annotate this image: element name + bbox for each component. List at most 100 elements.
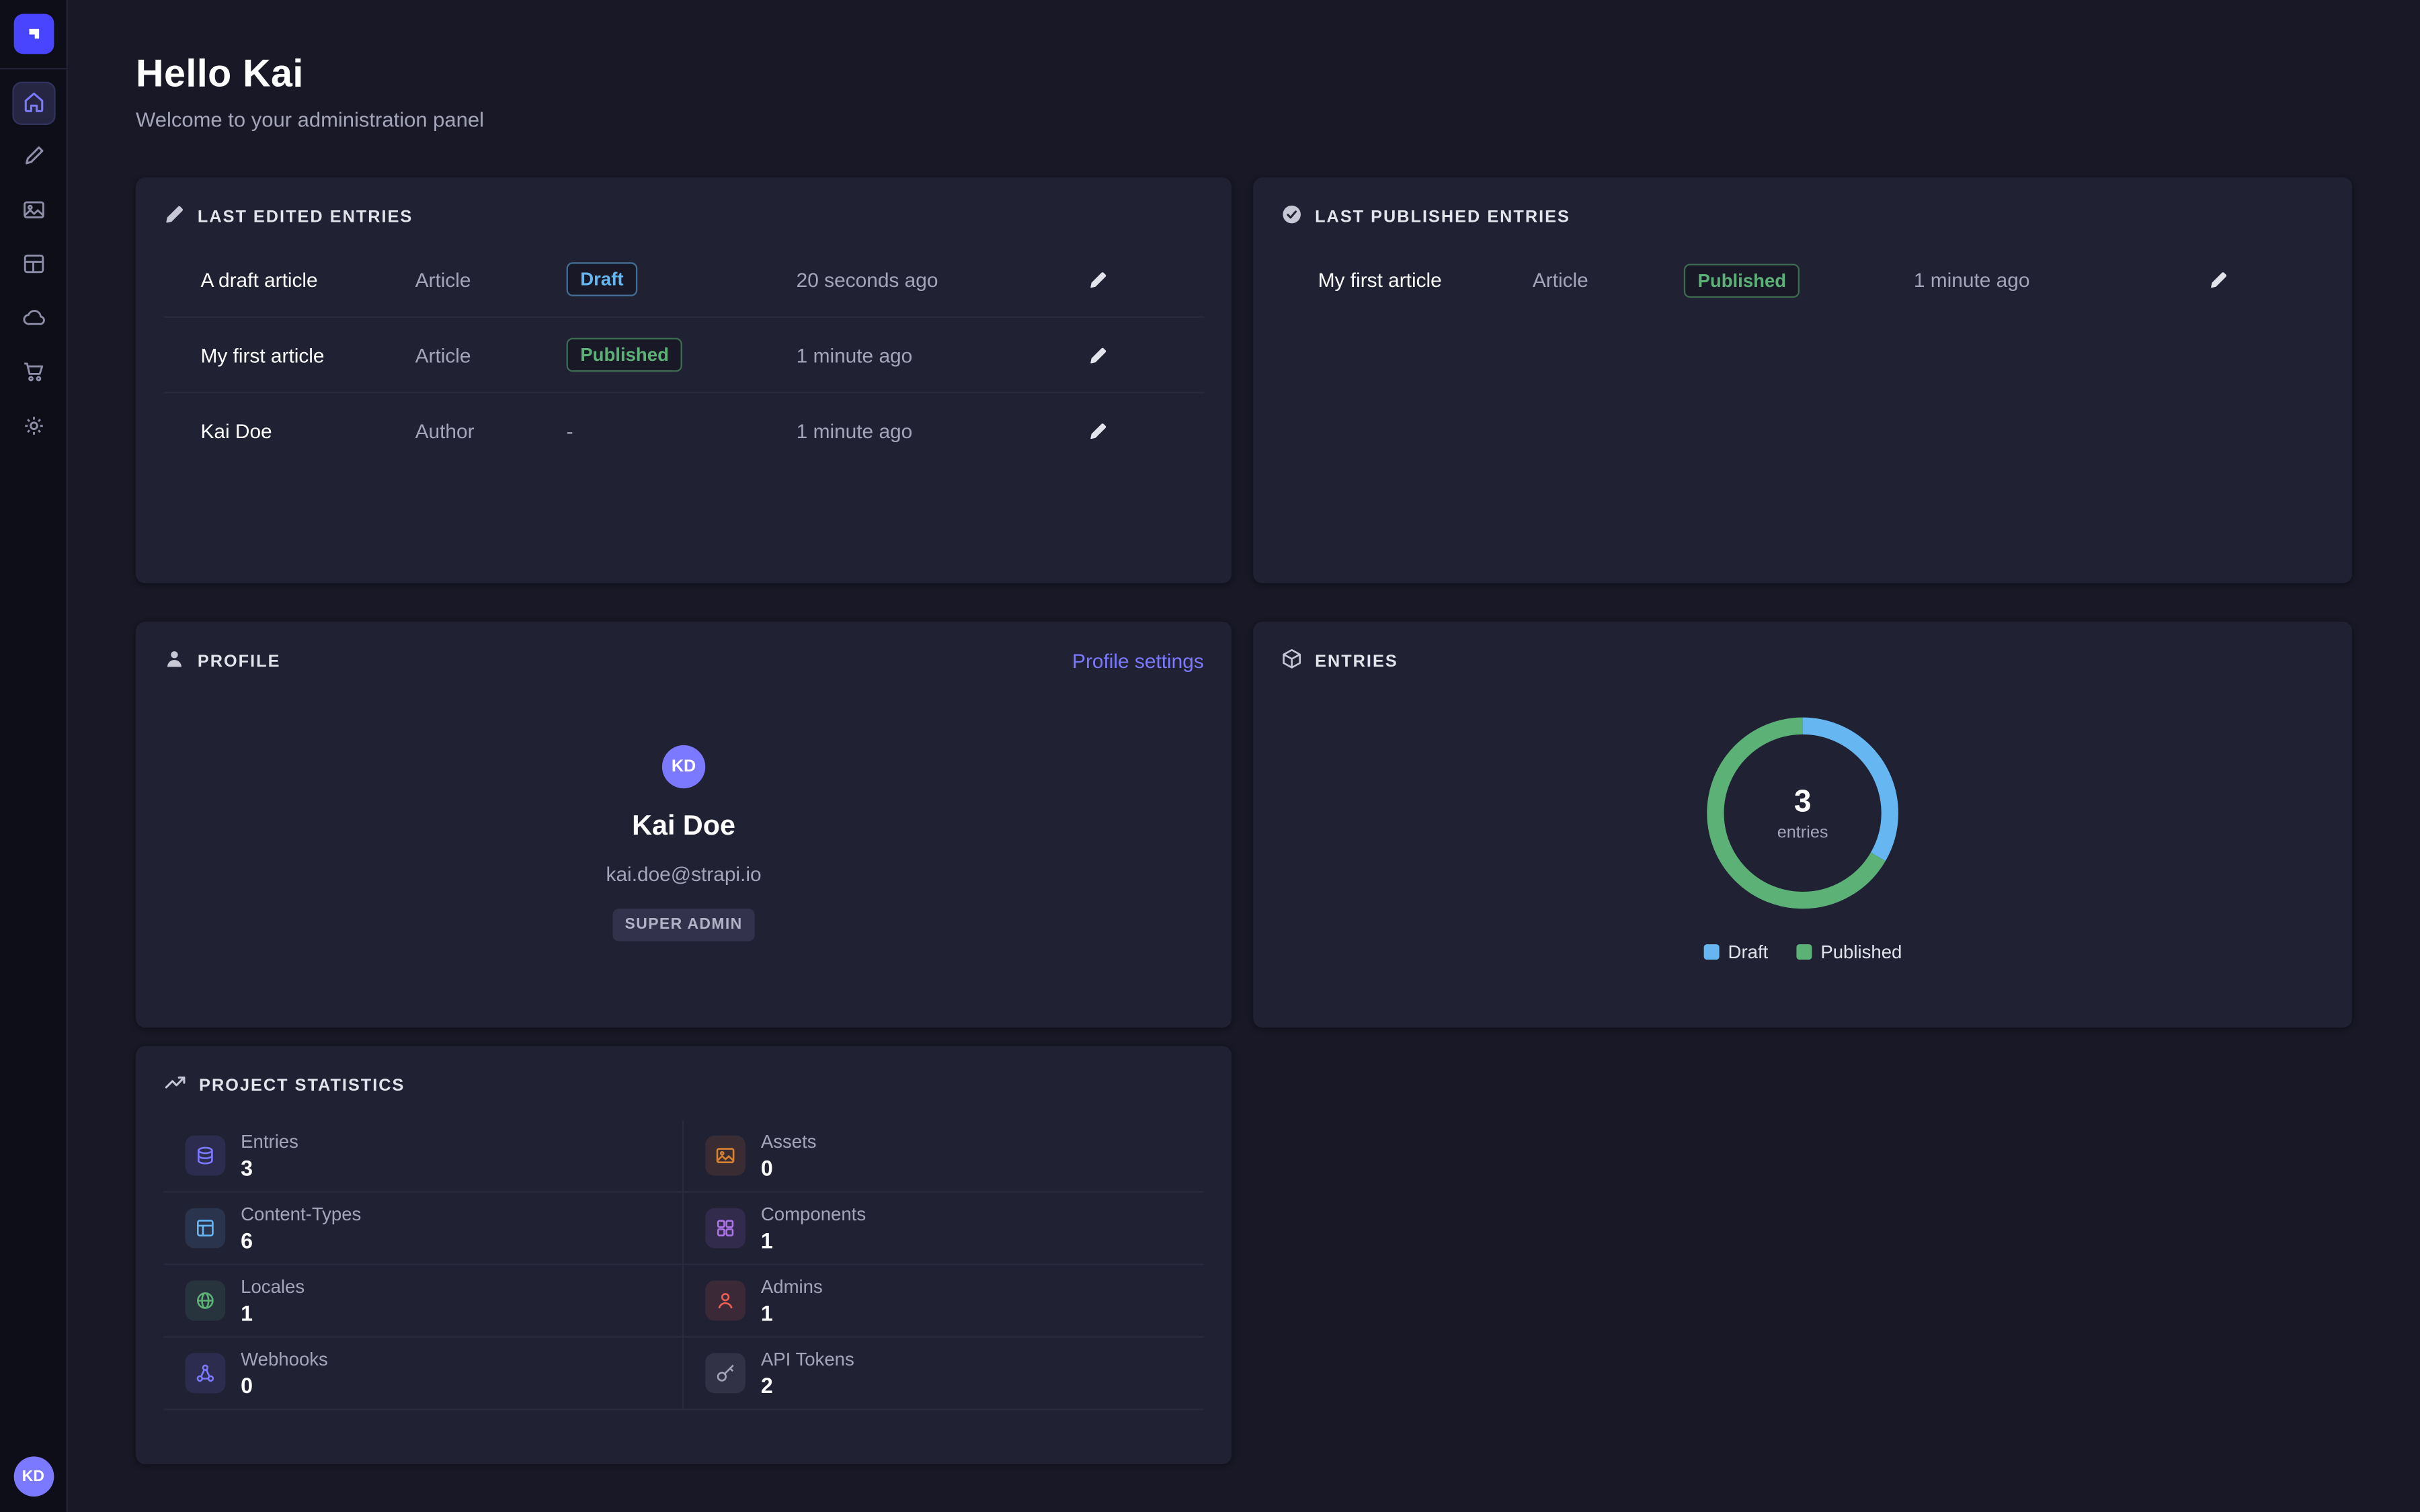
page-subtitle: Welcome to your administration panel <box>136 108 2352 131</box>
stat-value: 1 <box>241 1300 305 1325</box>
edit-icon[interactable] <box>1084 345 1108 365</box>
entry-name: A draft article <box>200 267 415 290</box>
home-icon <box>21 89 46 118</box>
sidebar-item-settings[interactable] <box>11 406 54 449</box>
sidebar-item-content-type-builder[interactable] <box>11 244 54 287</box>
puzzle-icon <box>705 1208 745 1249</box>
entry-type: Article <box>1533 268 1684 291</box>
legend-label: Draft <box>1728 941 1769 962</box>
status-badge: Draft <box>567 262 638 296</box>
legend-label: Published <box>1820 941 1902 962</box>
entry-status: - <box>567 419 797 442</box>
card-title: LAST EDITED ENTRIES <box>198 208 413 227</box>
table-row[interactable]: My first article Article Published 1 min… <box>163 318 1203 393</box>
strapi-logo-icon <box>22 23 44 44</box>
status-badge: Published <box>567 338 683 372</box>
strapi-logo[interactable] <box>13 14 54 54</box>
sidebar: KD <box>0 0 68 1512</box>
card-header: PROJECT STATISTICS <box>161 1070 1207 1101</box>
media-library-icon <box>21 197 46 226</box>
card-header: LAST PUBLISHED ENTRIES <box>1278 202 2327 233</box>
main-content: Hello Kai Welcome to your administration… <box>68 0 2420 1512</box>
stat-label: Components <box>761 1204 866 1225</box>
layout-grid-icon <box>186 1208 226 1249</box>
table-row[interactable]: A draft article Article Draft 20 seconds… <box>163 242 1203 317</box>
sidebar-item-media-library[interactable] <box>11 190 54 233</box>
card-title: PROFILE <box>198 653 281 671</box>
user-avatar[interactable]: KD <box>13 1456 54 1497</box>
stat-label: API Tokens <box>761 1349 854 1370</box>
last-edited-entries-card: LAST EDITED ENTRIES A draft article Arti… <box>136 177 1232 583</box>
profile-card: PROFILE Profile settings KD Kai Doe kai.… <box>136 622 1232 1027</box>
published-swatch <box>1796 944 1812 960</box>
draft-swatch <box>1703 944 1719 960</box>
card-title: PROJECT STATISTICS <box>199 1077 405 1096</box>
sidebar-item-content-manager[interactable] <box>11 136 54 179</box>
status-none: - <box>567 419 573 442</box>
status-badge: Published <box>1684 263 1800 297</box>
stat-locales: Locales1 <box>163 1265 684 1338</box>
stat-label: Assets <box>761 1131 817 1152</box>
table-row[interactable]: My first article Article Published 1 min… <box>1281 242 2325 317</box>
entry-time: 20 seconds ago <box>797 267 1084 290</box>
key-icon <box>705 1353 745 1394</box>
sidebar-item-home[interactable] <box>11 82 54 125</box>
last-edited-table: A draft article Article Draft 20 seconds… <box>163 242 1203 468</box>
sidebar-item-marketplace[interactable] <box>11 351 54 394</box>
user-icon <box>705 1281 745 1321</box>
entry-name: My first article <box>200 343 415 366</box>
dashboard-grid: LAST EDITED ENTRIES A draft article Arti… <box>136 177 2352 1464</box>
entry-type: Article <box>415 343 567 366</box>
person-icon <box>163 647 185 677</box>
entry-status: Draft <box>567 262 797 296</box>
profile-avatar: KD <box>662 745 705 788</box>
gear-icon <box>21 413 46 442</box>
image-icon <box>705 1136 745 1176</box>
sidebar-item-cloud[interactable] <box>11 298 54 341</box>
entries-donut-chart: 3 entries <box>1695 705 1910 921</box>
entry-time: 1 minute ago <box>1914 268 2204 291</box>
entry-type: Article <box>415 267 567 290</box>
stat-content-types: Content-Types6 <box>163 1193 684 1265</box>
entry-status: Published <box>1684 263 1914 297</box>
layout-icon <box>21 251 46 280</box>
legend-item-draft: Draft <box>1703 941 1768 962</box>
check-circle-icon <box>1281 203 1303 233</box>
edit-icon[interactable] <box>1084 421 1108 442</box>
sidebar-nav <box>11 82 54 449</box>
entries-card: ENTRIES 3 entries Draft <box>1253 622 2352 1027</box>
stat-label: Locales <box>241 1276 305 1298</box>
edit-icon[interactable] <box>1084 269 1108 290</box>
database-icon <box>186 1136 226 1176</box>
stat-label: Entries <box>241 1131 298 1152</box>
globe-icon <box>186 1281 226 1321</box>
last-published-entries-card: LAST PUBLISHED ENTRIES My first article … <box>1253 177 2352 583</box>
stat-value: 2 <box>761 1373 854 1398</box>
card-title: LAST PUBLISHED ENTRIES <box>1315 208 1570 227</box>
profile-name: Kai Doe <box>632 810 735 842</box>
stat-value: 6 <box>241 1228 361 1253</box>
profile-settings-link[interactable]: Profile settings <box>1072 650 1204 673</box>
legend-item-published: Published <box>1796 941 1902 962</box>
last-published-table: My first article Article Published 1 min… <box>1281 242 2325 317</box>
edit-icon[interactable] <box>2204 270 2229 290</box>
table-row[interactable]: Kai Doe Author - 1 minute ago <box>163 393 1203 468</box>
stat-webhooks: Webhooks 0 <box>163 1338 684 1411</box>
stat-value: 3 <box>241 1156 298 1181</box>
trending-up-icon <box>163 1070 186 1101</box>
cube-icon <box>1281 647 1303 677</box>
page-title: Hello Kai <box>136 52 2352 97</box>
card-header: LAST EDITED ENTRIES <box>161 202 1207 233</box>
role-badge: SUPER ADMIN <box>612 909 755 941</box>
cart-icon <box>21 359 46 388</box>
entry-time: 1 minute ago <box>797 343 1084 366</box>
stat-value: 0 <box>241 1373 328 1398</box>
stat-label: Webhooks <box>241 1349 328 1370</box>
chart-legend: Draft Published <box>1278 941 2327 962</box>
entry-name: My first article <box>1318 268 1533 291</box>
stats-grid: Entries 3 Assets 0 Content-Types6 <box>163 1120 1203 1411</box>
cloud-icon <box>21 304 46 334</box>
entry-time: 1 minute ago <box>797 419 1084 442</box>
pencil-icon <box>163 203 185 233</box>
project-statistics-card: PROJECT STATISTICS Entries 3 Assets 0 <box>136 1046 1232 1464</box>
